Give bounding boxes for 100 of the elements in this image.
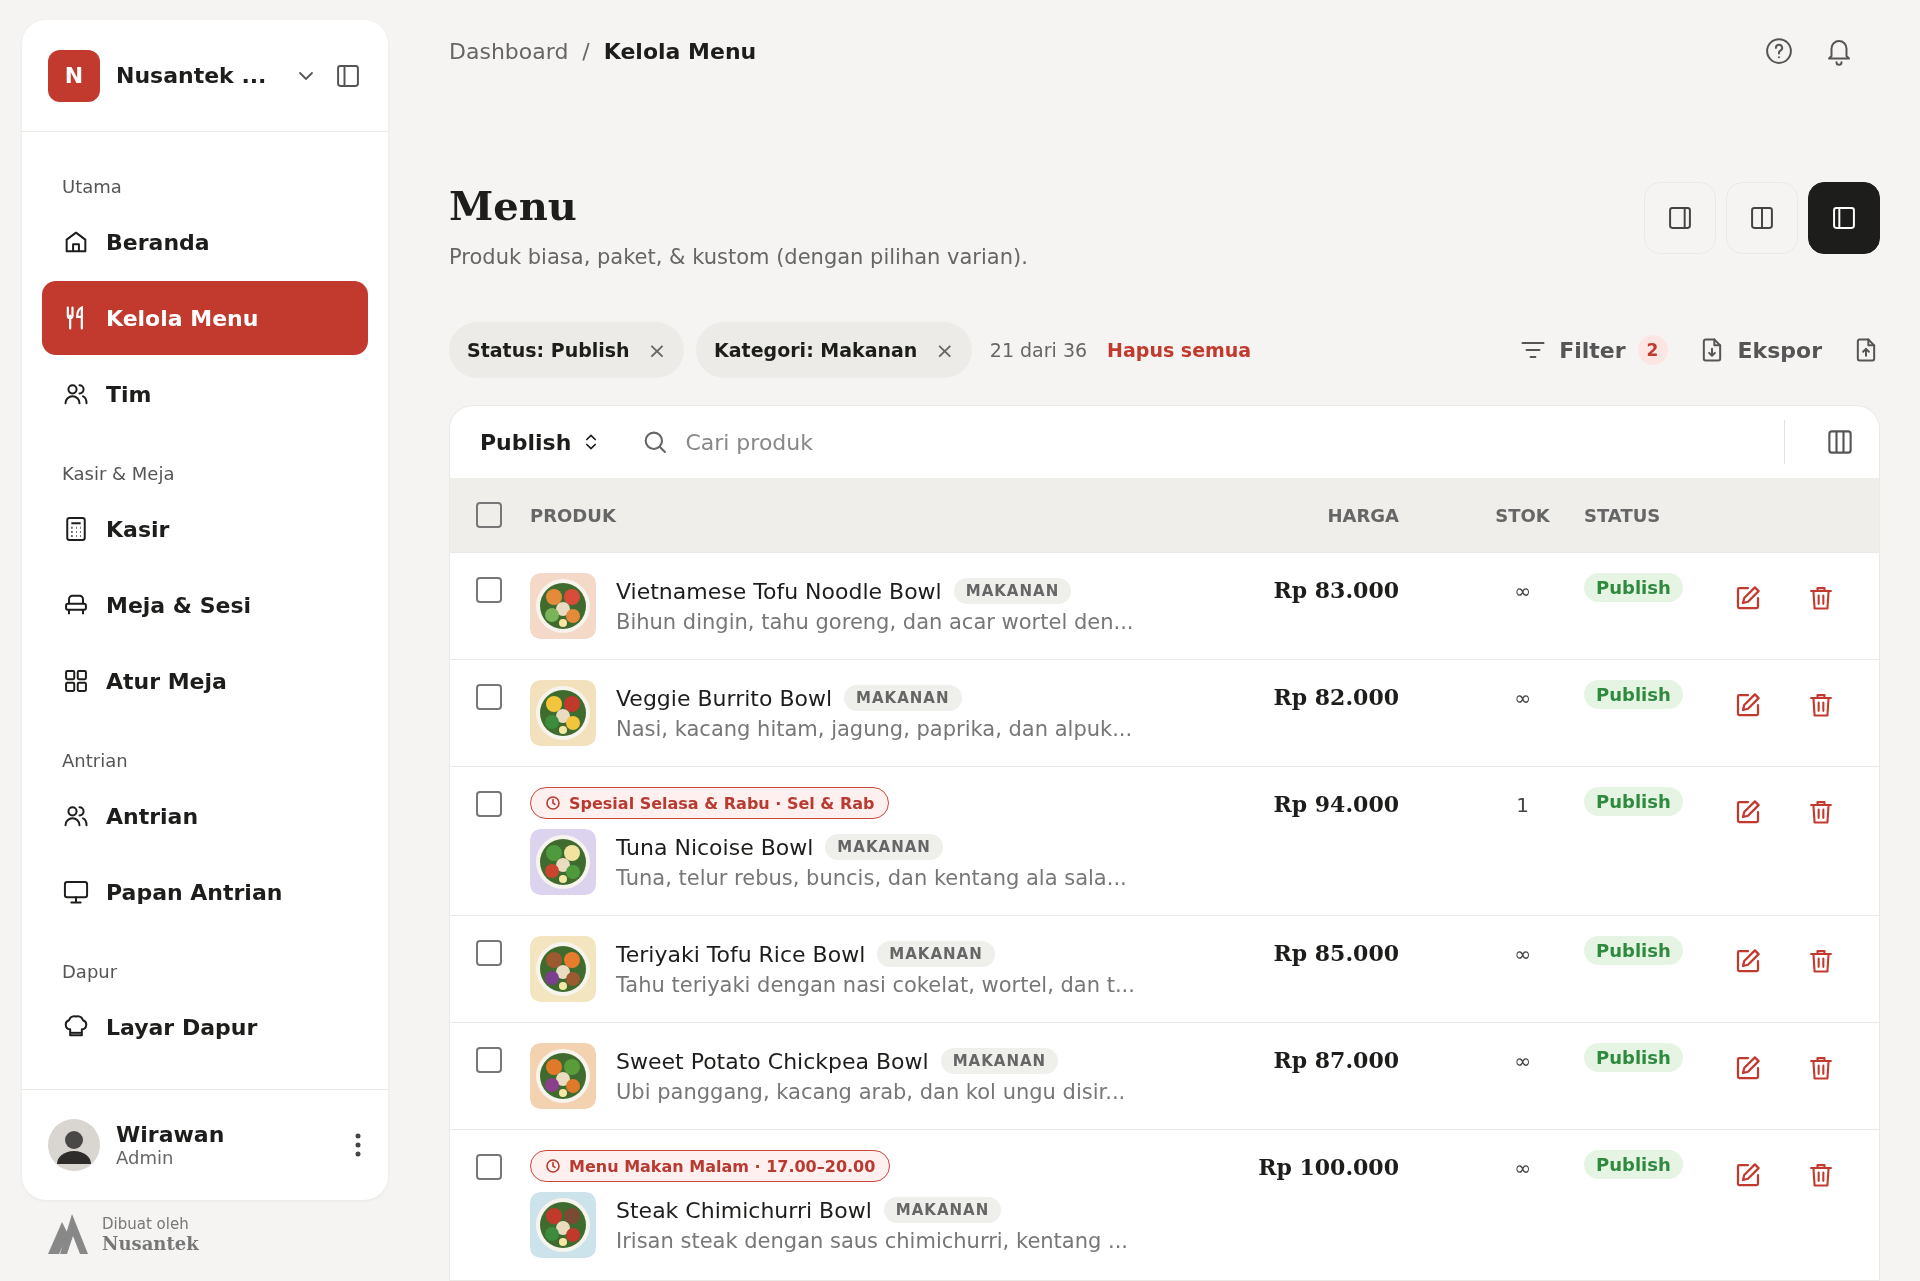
status-tag: Publish [1584,573,1683,602]
nav-item[interactable]: Antrian [42,779,368,853]
product-name: Vietnamese Tofu Noodle Bowl [616,578,942,604]
remove-filter-button[interactable]: × [935,337,954,363]
category-tag: MAKANAN [953,578,1072,604]
section-label: Kasir & Meja [61,462,176,486]
status-tag: Publish [1584,1150,1683,1179]
price: Rp 85.000 [1272,939,1399,966]
schedule-tag: Menu Makan Malam · 17.00–20.00 [530,1150,891,1182]
workspace-logo: N [48,49,100,102]
product-name: Sweet Potato Chickpea Bowl [616,1048,929,1074]
remove-filter-button[interactable]: × [647,337,667,363]
user-role: Admin [116,1147,175,1168]
filter-label: Kategori: Makanan [714,339,918,361]
row-checkbox[interactable] [476,577,502,603]
schedule-tag: Spesial Selasa & Rabu · Sel & Rab [530,787,890,819]
row-checkbox[interactable] [476,684,502,710]
category-tag: MAKANAN [883,1197,1002,1223]
filter-button[interactable]: Filter 2 [1519,335,1668,365]
view-button[interactable] [1808,182,1880,254]
product-description: Bihun dingin, tahu goreng, dan acar wortel den... [616,610,1134,634]
column-header: STATUS [1584,504,1662,526]
row-checkbox[interactable] [476,940,502,966]
nav-item[interactable]: Beranda [42,205,368,279]
stock: ∞ [1513,941,1532,966]
filter-label: Filter [1559,337,1626,363]
clear-all-link[interactable]: Hapus semua [1107,339,1252,361]
status-tag: Publish [1584,680,1683,709]
status-select[interactable]: Publish [480,429,602,455]
row-checkbox[interactable] [476,1154,502,1180]
user-name: Wirawan [116,1122,226,1147]
row-checkbox[interactable] [476,791,502,817]
column-header: STOK [1494,504,1551,526]
product-description: Ubi panggang, kacang arab, dan kol ungu disir... [616,1080,1126,1104]
category-tag: MAKANAN [825,834,943,860]
page-subtitle: Produk biasa, paket, & kustom (dengan pilihan varian). [449,245,1028,269]
section-label: Utama [61,175,123,199]
stock: ∞ [1513,1048,1532,1073]
search-field[interactable]: Cari produk [683,428,1744,456]
product-description: Irisan steak dengan saus chimichurri, kentang ... [616,1229,1129,1253]
stock: ∞ [1513,578,1532,603]
stock: 1 [1515,792,1530,817]
nav-item[interactable]: Tim [42,357,368,431]
status-tag: Publish [1584,787,1683,816]
price: Rp 87.000 [1272,1046,1399,1073]
product-name: Veggie Burrito Bowl [616,685,833,711]
category-tag: MAKANAN [940,1048,1059,1074]
status-tag: Publish [1584,1043,1683,1072]
help-icon[interactable] [1764,36,1794,66]
product-name: Steak Chimichurri Bowl [616,1197,872,1223]
breadcrumb-link[interactable]: Kelola Menu [603,38,757,64]
mountain-logo-icon [46,1214,90,1254]
filter-label: Status: Publish [467,339,630,361]
nav-item[interactable]: Kelola Menu [42,281,368,355]
panel-left-icon [1830,204,1858,232]
nav-item[interactable]: Meja & Sesi [42,568,368,642]
section-label: Antrian [61,749,129,773]
section-label: Dapur [61,960,119,984]
export-label: Ekspor [1737,337,1822,363]
credit-caption: Dibuat oleh [102,1214,190,1233]
credit-brand: Nusantek [102,1232,199,1254]
monitor-icon [62,878,90,906]
price: Rp 100.000 [1257,1153,1399,1180]
category-tag: MAKANAN [844,685,962,711]
product-description: Nasi, kacang hitam, jagung, paprika, dan alpuk... [616,717,1133,741]
filter-chip[interactable]: Status: Publish × [449,322,685,378]
product-name: Tuna Nicoise Bowl [616,834,814,860]
breadcrumb-link[interactable]: Dashboard [449,38,569,64]
select-all-checkbox[interactable] [476,502,502,528]
stock: ∞ [1513,685,1532,710]
panel-right-icon [1666,204,1694,232]
price: Rp 82.000 [1272,683,1399,710]
export-button[interactable]: Ekspor [1697,336,1822,364]
grid-icon [62,667,90,695]
more-icon[interactable] [354,1132,362,1158]
breadcrumb-separator: / [582,38,590,64]
nav-item[interactable]: Layar Dapur [42,990,368,1064]
stock: ∞ [1513,1155,1532,1180]
columns-icon [1748,204,1776,232]
result-count: 21 dari 36 [989,339,1088,361]
status-tag: Publish [1584,936,1683,965]
workspace-name[interactable]: Nusantek ... [116,63,278,88]
nav-item[interactable]: Kasir [42,492,368,566]
product-description: Tuna, telur rebus, buncis, dan kentang ala sala... [616,866,1127,890]
nav-item[interactable]: Papan Antrian [42,855,368,929]
clock-icon [545,795,561,811]
category-tag: MAKANAN [877,941,995,967]
product-description: Tahu teriyaki dengan nasi cokelat, wortel, dan t... [616,973,1135,997]
column-header: PRODUK [530,504,617,526]
product-name: Teriyaki Tofu Rice Bowl [616,941,866,967]
nav-item[interactable]: Atur Meja [42,644,368,718]
columns-icon[interactable] [1825,427,1855,457]
clock-icon [545,1158,561,1174]
price: Rp 83.000 [1272,576,1399,603]
filter-chip[interactable]: Kategori: Makanan × [696,322,972,378]
row-checkbox[interactable] [476,1047,502,1073]
filter-count-badge: 2 [1637,335,1668,365]
price: Rp 94.000 [1272,790,1399,817]
avatar [48,1119,100,1171]
page-title: Menu [449,182,578,229]
